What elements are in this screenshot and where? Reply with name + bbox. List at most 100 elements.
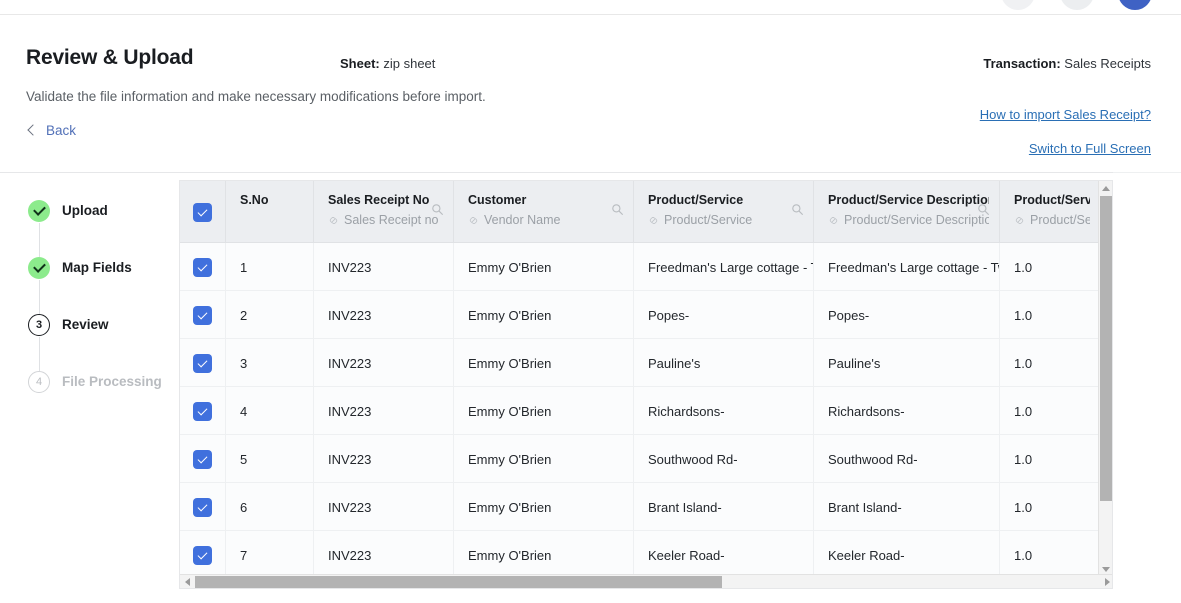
scroll-up-arrow-icon[interactable] — [1099, 181, 1112, 195]
row-select-cell — [180, 435, 226, 483]
vertical-scrollbar[interactable] — [1098, 181, 1112, 576]
column-mapped-field[interactable]: Vendor Name — [468, 213, 623, 227]
stepper-item-upload[interactable]: Upload — [28, 200, 168, 257]
progress-stepper: Upload Map Fields 3 Review 4 File Processing — [28, 200, 168, 428]
cell-product-service: Popes- — [634, 291, 814, 339]
search-icon[interactable] — [791, 203, 804, 216]
chevron-left-icon — [26, 125, 37, 136]
row-checkbox[interactable] — [193, 401, 212, 421]
row-checkbox[interactable] — [193, 497, 212, 517]
sheet-label: Sheet: — [340, 56, 380, 71]
stepper-connector — [38, 280, 40, 314]
column-header-title: Product/Servic — [1014, 193, 1090, 207]
table-row[interactable]: 4 INV223 Emmy O'Brien Richardsons- Richardso… — [180, 387, 1100, 435]
column-header-checkbox — [180, 181, 226, 243]
table-row[interactable]: 6 INV223 Emmy O'Brien Brant Island- Brant Is… — [180, 483, 1100, 531]
review-upload-page: Review & Upload Validate the file inform… — [0, 0, 1181, 603]
row-select-cell — [180, 243, 226, 291]
search-icon[interactable] — [611, 203, 624, 216]
column-header-sno: S.No — [226, 181, 314, 243]
search-icon[interactable] — [977, 203, 990, 216]
row-checkbox[interactable] — [193, 545, 212, 565]
column-mapped-field[interactable]: Product/Ser — [1014, 213, 1090, 227]
select-all-checkbox[interactable] — [193, 202, 212, 222]
toolbar-icon-1[interactable] — [1001, 0, 1035, 10]
vertical-scroll-thumb[interactable] — [1100, 196, 1112, 501]
search-icon[interactable] — [431, 203, 444, 216]
column-mapped-field[interactable]: Product/Service — [648, 213, 803, 227]
back-button[interactable]: Back — [26, 123, 76, 138]
row-checkbox[interactable] — [193, 257, 212, 277]
cell-customer: Emmy O'Brien — [454, 435, 634, 483]
column-mapped-field-label: Product/Service Description — [844, 213, 989, 227]
column-header-title: S.No — [240, 193, 269, 207]
cell-product-service: Pauline's — [634, 339, 814, 387]
table-body: 1 INV223 Emmy O'Brien Freedman's Large cott… — [180, 243, 1100, 579]
stepper-item-review[interactable]: 3 Review — [28, 314, 168, 371]
page-title: Review & Upload — [26, 46, 194, 69]
review-table: S.No Sales Receipt No Sales Receipt no Cust… — [180, 181, 1100, 579]
column-mapped-field-label: Product/Service — [664, 213, 753, 227]
cell-sno: 4 — [226, 387, 314, 435]
cell-product-service-description: Brant Island- — [814, 483, 1000, 531]
stepper-item-label: Map Fields — [62, 260, 132, 275]
link-icon — [649, 216, 658, 224]
column-mapped-field[interactable]: Product/Service Description — [828, 213, 989, 227]
sheet-info: Sheet: zip sheet — [340, 56, 435, 71]
stepper-item-map-fields[interactable]: Map Fields — [28, 257, 168, 314]
check-icon — [28, 257, 50, 279]
table-row[interactable]: 2 INV223 Emmy O'Brien Popes- Popes- 1.0 — [180, 291, 1100, 339]
page-bottom-fill — [0, 589, 1181, 603]
column-header-title: Sales Receipt No — [328, 193, 430, 207]
cell-sales-receipt-no: INV223 — [314, 339, 454, 387]
check-icon — [28, 200, 50, 222]
table-row[interactable]: 1 INV223 Emmy O'Brien Freedman's Large cott… — [180, 243, 1100, 291]
horizontal-scrollbar[interactable] — [180, 574, 1112, 588]
table-row[interactable]: 7 INV223 Emmy O'Brien Keeler Road- Keeler Ro… — [180, 531, 1100, 579]
cell-sno: 2 — [226, 291, 314, 339]
cell-product-service-qty: 1.0 — [1014, 355, 1033, 371]
cell-product-service-description: Keeler Road- — [814, 531, 1000, 579]
row-checkbox[interactable] — [193, 305, 212, 325]
back-label: Back — [46, 123, 77, 138]
cell-product-service: Brant Island- — [634, 483, 814, 531]
scroll-right-arrow-icon[interactable] — [1100, 575, 1112, 588]
cell-sno: 1 — [226, 243, 314, 291]
cell-sales-receipt-no: INV223 — [314, 291, 454, 339]
cell-customer: Emmy O'Brien — [454, 291, 634, 339]
column-mapped-field-label: Product/Ser — [1030, 213, 1090, 227]
toolbar-icon-2[interactable] — [1060, 0, 1094, 10]
column-header-sales-receipt-no: Sales Receipt No Sales Receipt no — [314, 181, 454, 243]
column-header-customer: Customer Vendor Name — [454, 181, 634, 243]
user-avatar[interactable] — [1118, 0, 1152, 10]
table-row[interactable]: 3 INV223 Emmy O'Brien Pauline's Pauline's 1.0 — [180, 339, 1100, 387]
column-mapped-field-label: Vendor Name — [484, 213, 561, 227]
row-select-cell — [180, 387, 226, 435]
column-mapped-field[interactable]: Sales Receipt no — [328, 213, 443, 227]
cell-customer: Emmy O'Brien — [454, 483, 634, 531]
cell-product-service-description: Southwood Rd- — [814, 435, 1000, 483]
scroll-left-arrow-icon[interactable] — [180, 575, 194, 588]
cell-customer: Emmy O'Brien — [454, 339, 634, 387]
row-checkbox[interactable] — [193, 449, 212, 469]
cell-sales-receipt-no: INV223 — [314, 243, 454, 291]
cell-sales-receipt-no: INV223 — [314, 435, 454, 483]
switch-full-screen-link[interactable]: Switch to Full Screen — [1029, 141, 1151, 156]
step-number-badge: 3 — [28, 314, 50, 336]
review-table-panel: S.No Sales Receipt No Sales Receipt no Cust… — [179, 180, 1113, 589]
transaction-info: Transaction: Sales Receipts — [983, 56, 1151, 71]
cell-sno: 5 — [226, 435, 314, 483]
stepper-item-file-processing[interactable]: 4 File Processing — [28, 371, 168, 428]
row-select-cell — [180, 339, 226, 387]
cell-product-service-description: Pauline's — [814, 339, 1000, 387]
table-row[interactable]: 5 INV223 Emmy O'Brien Southwood Rd- Southwoo… — [180, 435, 1100, 483]
how-to-import-link[interactable]: How to import Sales Receipt? — [980, 107, 1151, 122]
row-select-cell — [180, 531, 226, 579]
page-header: Review & Upload Validate the file inform… — [0, 15, 1181, 172]
horizontal-scroll-thumb[interactable] — [195, 576, 722, 588]
row-select-cell — [180, 291, 226, 339]
row-checkbox[interactable] — [193, 353, 212, 373]
table-header-row: S.No Sales Receipt No Sales Receipt no Cust… — [180, 181, 1100, 243]
column-header-product-service-qty: Product/Servic Product/Ser — [1000, 181, 1100, 243]
page-subtitle: Validate the file information and make n… — [26, 89, 486, 104]
